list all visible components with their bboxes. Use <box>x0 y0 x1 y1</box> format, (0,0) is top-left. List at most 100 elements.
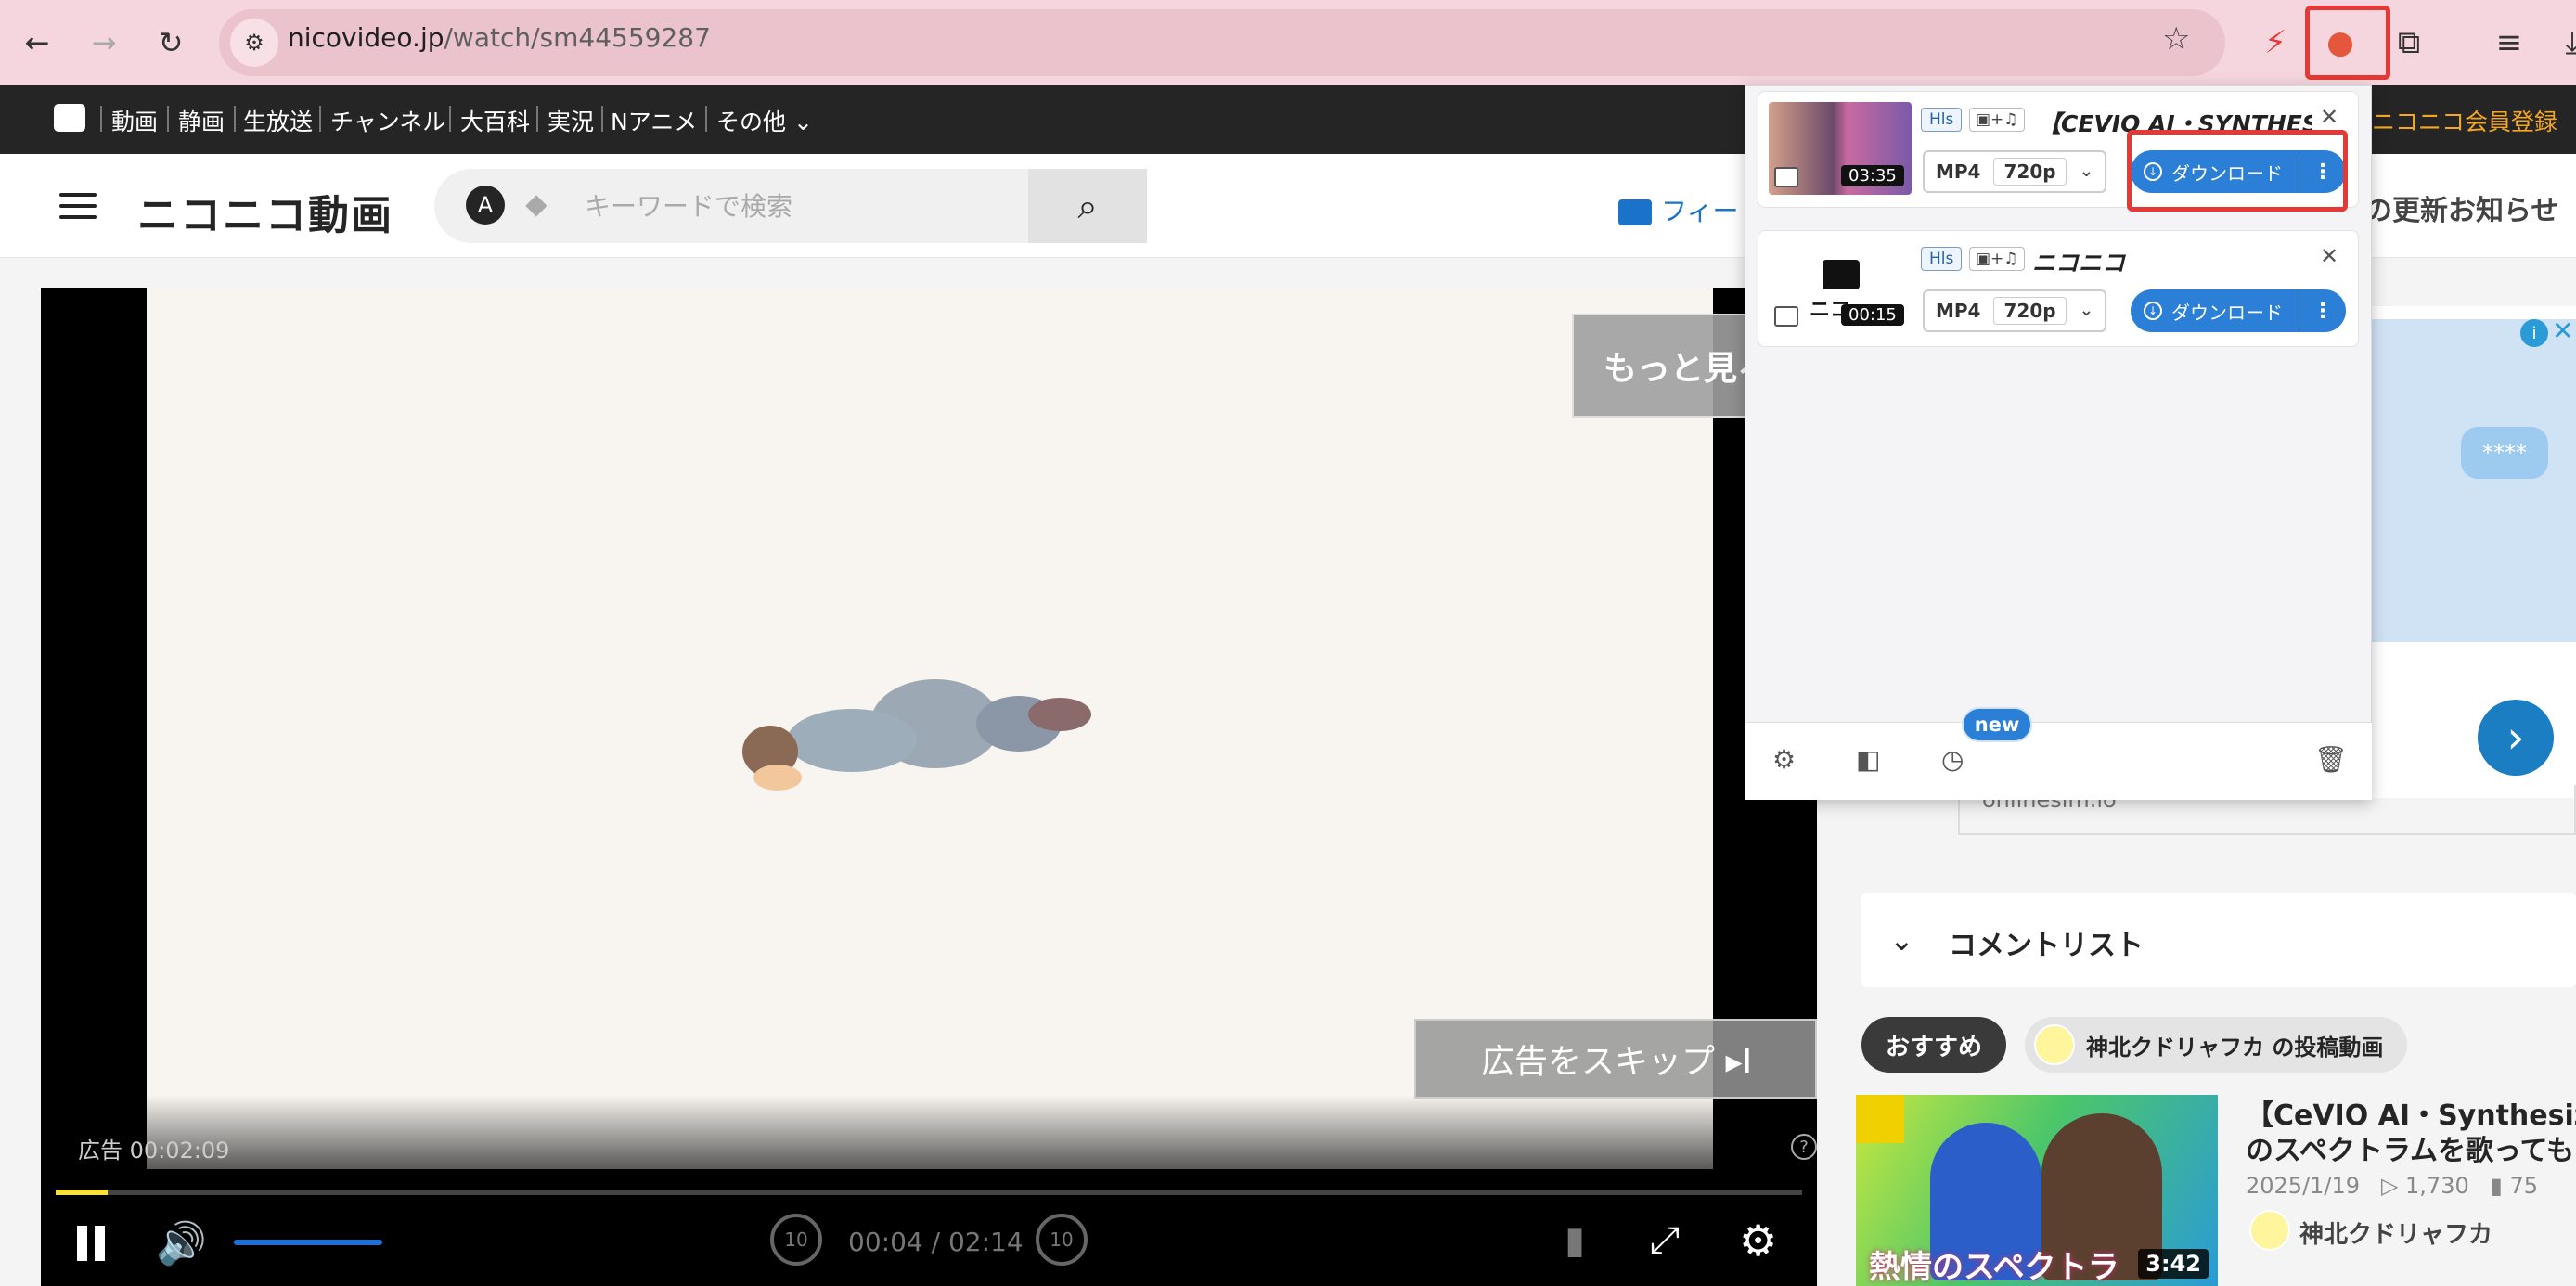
ad-remaining-time: 広告 00:02:09 <box>78 1138 230 1164</box>
close-icon[interactable]: ✕ <box>2320 243 2338 269</box>
duration-badge: 3:42 <box>2138 1249 2209 1279</box>
pause-button[interactable] <box>72 1223 109 1264</box>
search-icon: ⌕ <box>1077 185 1098 226</box>
reading-queue-icon[interactable]: ≡ <box>2483 17 2535 69</box>
site-info-icon[interactable]: ⚙ <box>230 19 278 67</box>
player-settings-icon[interactable]: ⚙ <box>1739 1215 1777 1266</box>
url-text[interactable]: nicovideo.jp/watch/sm44559287 <box>288 22 711 53</box>
volume-slider[interactable] <box>234 1240 382 1245</box>
recommended-title[interactable]: 【CeVIO AI・SynthesizerV のスペクトラムを歌ってもら <box>2246 1099 2576 1169</box>
upload-date: 2025/1/19 <box>2246 1173 2361 1199</box>
niconico-logo[interactable]: ニコニコ動画 <box>137 182 393 241</box>
tab-author-videos[interactable]: 神北クドリャフカ の投稿動画 <box>2025 1017 2407 1073</box>
side-panel-icon[interactable]: ◧ <box>1856 744 1880 775</box>
download-label: ダウンロード <box>2171 301 2283 324</box>
recommended-title-line1: 【CeVIO AI・SynthesizerV <box>2246 1100 2576 1132</box>
format-value: MP4 <box>1936 161 1981 183</box>
format-select[interactable]: MP4 720p ⌄ <box>1923 289 2106 332</box>
recommended-title-line2: のスペクトラムを歌ってもら <box>2246 1135 2576 1167</box>
total-time: 02:14 <box>947 1227 1024 1257</box>
topbar-item-seiga[interactable]: 静画 <box>178 104 225 137</box>
divider <box>167 106 169 132</box>
chevron-down-icon[interactable]: ⌄ <box>1889 922 1914 958</box>
popup-footer <box>1745 722 2372 800</box>
bookmark-star-icon[interactable]: ☆ <box>2162 20 2190 58</box>
bolt-extension-icon[interactable]: ⚡ <box>2249 17 2301 69</box>
topbar-item-nanime[interactable]: Nアニメ <box>611 104 697 137</box>
duration-badge: 00:15 <box>1841 304 1904 326</box>
chevron-down-icon: ⌄ <box>2079 161 2093 181</box>
divider <box>100 106 102 132</box>
ad-bubble: **** <box>2461 427 2548 479</box>
media-title: ニコニコ <box>2032 250 2126 276</box>
url-path: /watch/sm44559287 <box>444 22 711 53</box>
history-icon[interactable]: ◷ <box>1941 744 1964 775</box>
quality-value: 720p <box>1993 158 2067 186</box>
recommended-thumbnail[interactable]: 熱情のスペクトラ 3:42 <box>1856 1095 2218 1286</box>
topbar-item-jikkyo[interactable]: 実況 <box>547 104 594 137</box>
hls-tag: Hls <box>1921 247 1963 271</box>
tag-search-mode-icon[interactable]: ⬥ <box>525 186 547 223</box>
topbar-item-channel[interactable]: チャンネル <box>330 104 445 137</box>
divider <box>705 106 707 132</box>
ad-arrow-button[interactable]: › <box>2478 700 2554 776</box>
divider <box>234 106 236 132</box>
close-icon[interactable]: ✕ <box>2320 104 2338 130</box>
download-icon: ↓ <box>2144 302 2162 320</box>
puzzle-extensions-icon[interactable]: ⧉ <box>2383 17 2435 69</box>
tab-recommend[interactable]: おすすめ <box>1861 1017 2006 1073</box>
badge-corner <box>1856 1095 1904 1143</box>
back-icon[interactable]: ← <box>15 20 59 65</box>
seek-bar[interactable] <box>56 1190 1802 1195</box>
screen-icon <box>1774 306 1798 327</box>
divider <box>536 106 538 132</box>
ad-graphic <box>2357 319 2576 642</box>
download-button[interactable]: ↓ ダウンロード ⋮ <box>2131 289 2346 332</box>
menu-icon[interactable] <box>59 193 97 219</box>
ad-info-icon[interactable]: i <box>2520 319 2548 347</box>
topbar-item-live[interactable]: 生放送 <box>243 104 313 137</box>
register-link[interactable]: ニコニコ会員登録 <box>2372 104 2557 137</box>
quality-value: 720p <box>1993 297 2067 325</box>
mail-icon <box>1618 199 1652 225</box>
gear-icon[interactable]: ⚙ <box>1772 744 1796 775</box>
feed-link[interactable]: フィー <box>1618 191 1738 228</box>
volume-icon[interactable]: 🔊 <box>156 1219 207 1267</box>
keyword-search-mode-icon[interactable]: A <box>466 186 505 225</box>
avatar <box>2249 1210 2290 1251</box>
ad-close-icon[interactable]: ✕ <box>2552 315 2573 346</box>
rewind-10-icon[interactable]: 10 <box>770 1214 822 1266</box>
video-audio-tag: ▣+♫ <box>1969 108 2025 132</box>
search-input[interactable] <box>585 173 1021 239</box>
feed-label: フィー <box>1661 196 1739 226</box>
niconico-tv-icon <box>1823 260 1860 289</box>
highlight-extension-icon <box>2305 6 2390 80</box>
format-select[interactable]: MP4 720p ⌄ <box>1923 150 2106 193</box>
more-options-icon[interactable]: ⋮ <box>2299 300 2346 323</box>
avatar <box>2034 1024 2075 1065</box>
format-value: MP4 <box>1936 300 1981 322</box>
niconico-tv-icon[interactable] <box>54 104 85 132</box>
hls-tag: Hls <box>1921 108 1963 132</box>
comment-toggle-icon[interactable]: ▮ <box>1565 1219 1585 1262</box>
fullscreen-icon[interactable]: ⤢ <box>1650 1219 1680 1262</box>
skip-ad-button[interactable]: 広告をスキップ ▸I <box>1414 1019 1817 1099</box>
trash-icon[interactable]: 🗑 <box>2314 744 2348 775</box>
forward-icon[interactable]: → <box>82 20 126 65</box>
update-notifications-link[interactable]: の更新お知らせ <box>2364 187 2558 228</box>
search-button[interactable]: ⌕ <box>1028 169 1147 243</box>
divider <box>449 106 451 132</box>
tab-author-label: 神北クドリャフカ の投稿動画 <box>2086 1034 2384 1061</box>
topbar-item-more[interactable]: その他 ⌄ <box>716 104 813 137</box>
forward-10-icon[interactable]: 10 <box>1036 1214 1088 1266</box>
comment-list-title[interactable]: コメントリスト <box>1949 922 2144 963</box>
recommended-author[interactable]: 神北クドリャフカ <box>2299 1215 2492 1250</box>
topbar-item-video[interactable]: 動画 <box>111 104 158 137</box>
divider <box>601 106 603 132</box>
reload-icon[interactable]: ↻ <box>148 20 193 65</box>
highlight-download-button <box>2127 130 2348 212</box>
topbar-item-dic[interactable]: 大百科 <box>460 104 530 137</box>
downloads-icon[interactable]: ⤓ <box>2546 17 2576 69</box>
recommended-meta: 2025/1/19 ▷ 1,730 ▮ 75 <box>2246 1173 2538 1199</box>
help-icon[interactable]: ? <box>1791 1134 1817 1160</box>
